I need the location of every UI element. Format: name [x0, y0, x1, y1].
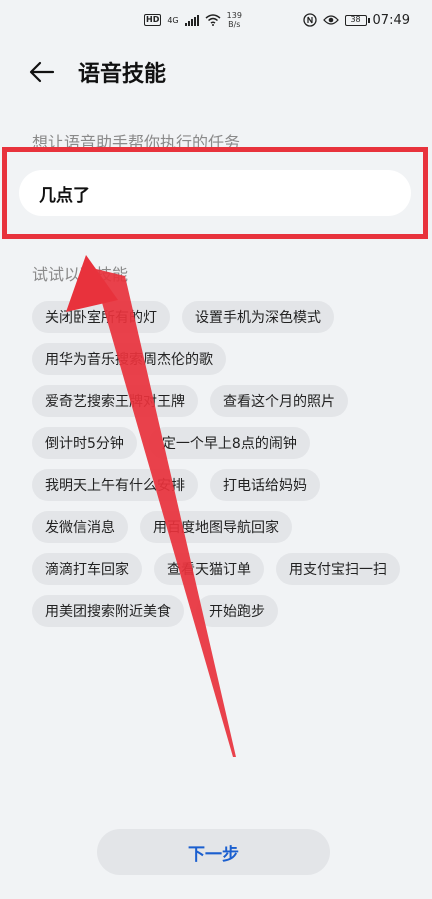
suggestion-chip[interactable]: 用华为音乐搜索周杰伦的歌	[32, 343, 226, 375]
suggestion-chip[interactable]: 用百度地图导航回家	[140, 511, 292, 543]
signal-icon	[184, 14, 199, 26]
suggestion-chip[interactable]: 关闭卧室所有的灯	[32, 301, 170, 333]
nfc-icon	[302, 13, 317, 27]
status-right: 38 07:49	[302, 12, 410, 28]
status-bar: HD 4G 139 B/s 38 07:49	[0, 0, 432, 40]
suggestion-chip[interactable]: 倒计时5分钟	[32, 427, 137, 459]
suggestion-chip[interactable]: 用支付宝扫一扫	[276, 553, 400, 585]
suggestion-chip[interactable]: 用美团搜索附近美食	[32, 595, 184, 627]
task-input-highlight	[2, 147, 428, 239]
net-speed-value: 139	[226, 11, 242, 20]
suggestion-chip[interactable]: 发微信消息	[32, 511, 128, 543]
suggestion-chip[interactable]: 我明天上午有什么安排	[32, 469, 198, 501]
suggestion-chips: 关闭卧室所有的灯 设置手机为深色模式 用华为音乐搜索周杰伦的歌 爱奇艺搜索王牌对王牌查…	[32, 301, 402, 627]
suggestion-chip[interactable]: 滴滴打车回家	[32, 553, 142, 585]
task-input[interactable]	[19, 170, 411, 216]
page-title: 语音技能	[78, 62, 167, 87]
hd-badge: HD	[144, 14, 162, 26]
network-type: 4G	[167, 15, 179, 25]
next-button[interactable]: 下一步	[97, 829, 330, 875]
status-left: HD 4G 139 B/s	[144, 11, 242, 29]
wifi-icon	[205, 14, 221, 26]
suggestion-chip[interactable]: 打电话给妈妈	[210, 469, 320, 501]
back-arrow-icon[interactable]	[28, 58, 56, 86]
suggestion-chip[interactable]: 设置手机为深色模式	[182, 301, 334, 333]
net-speed-unit: B/s	[228, 20, 241, 29]
suggestion-chip[interactable]: 查看天猫订单	[154, 553, 264, 585]
suggestion-chip[interactable]: 定一个早上8点的闹钟	[148, 427, 310, 459]
suggestion-chip[interactable]: 爱奇艺搜索王牌对王牌	[32, 385, 198, 417]
clock: 07:49	[372, 12, 410, 28]
suggestion-chip[interactable]: 开始跑步	[196, 595, 278, 627]
header: 语音技能	[28, 52, 166, 92]
net-speed: 139 B/s	[227, 11, 242, 29]
battery-icon: 38	[344, 14, 370, 26]
suggestions-label: 试试以下技能	[32, 265, 129, 284]
suggestion-chip[interactable]: 查看这个月的照片	[210, 385, 348, 417]
eye-icon	[322, 15, 339, 25]
